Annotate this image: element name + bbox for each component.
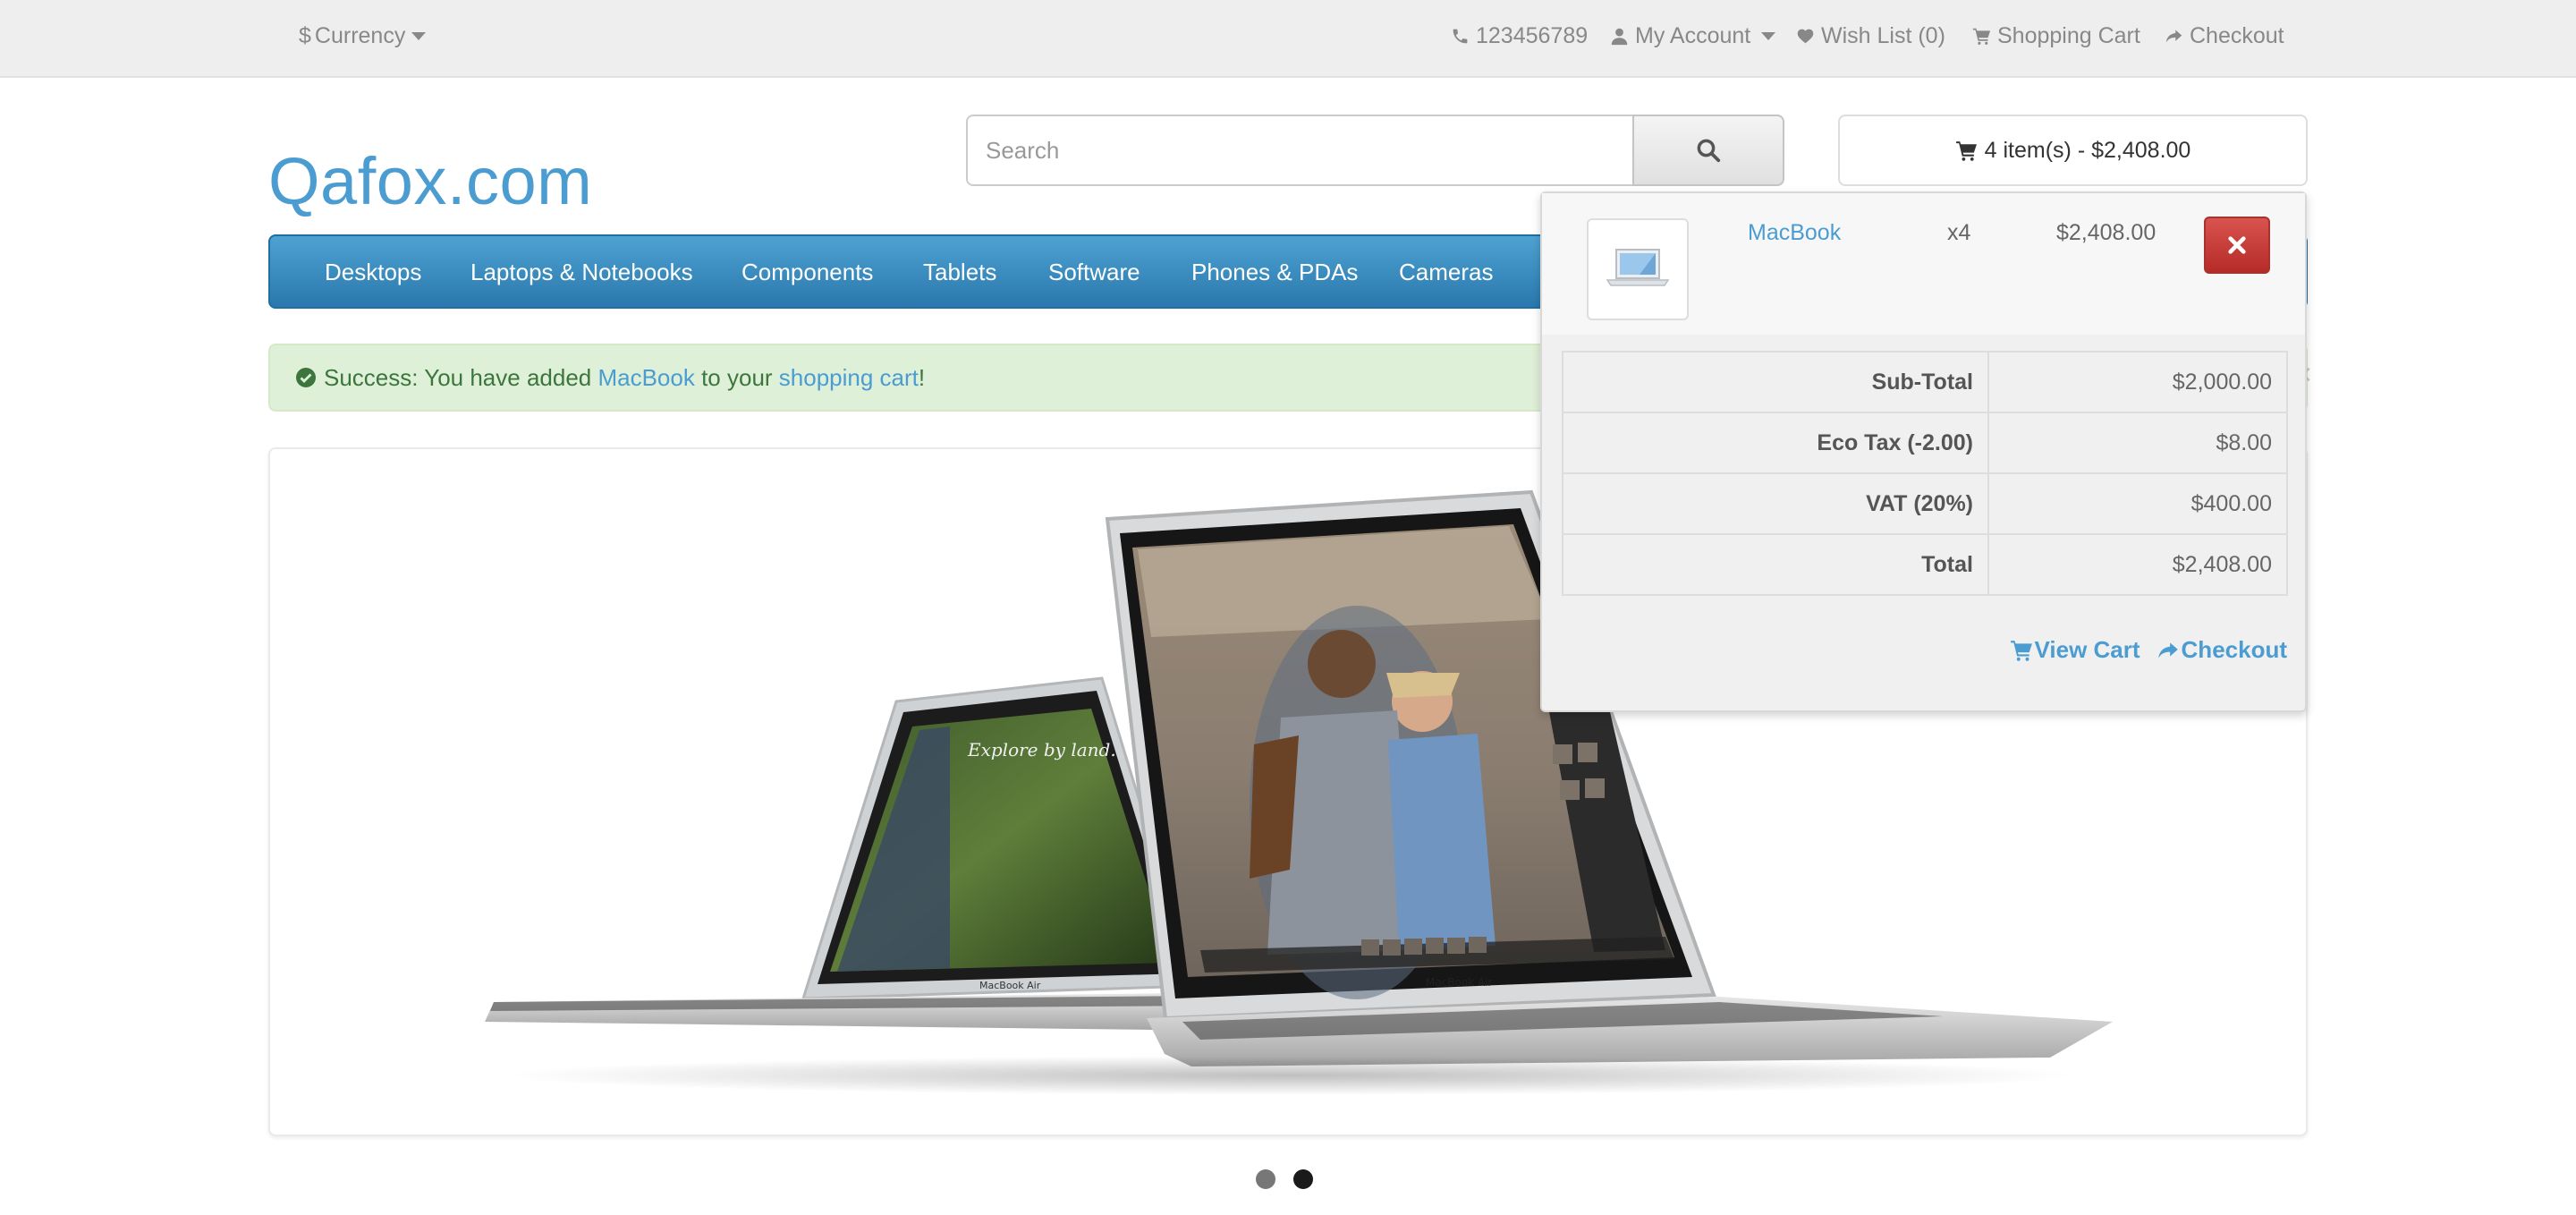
phone-icon xyxy=(1453,29,1468,43)
view-cart-label: View Cart xyxy=(2034,636,2140,663)
caret-down-icon xyxy=(1761,31,1776,40)
search-input[interactable] xyxy=(966,115,1634,186)
wishlist-link[interactable]: Wish List (0) xyxy=(1796,0,1945,72)
my-account-dropdown[interactable]: My Account xyxy=(1610,0,1776,72)
checkout-label: Checkout xyxy=(2190,22,2284,48)
dropdown-checkout-link[interactable]: Checkout xyxy=(2157,636,2287,664)
currency-dropdown[interactable]: $ Currency xyxy=(299,0,427,72)
nav-cameras[interactable]: Cameras xyxy=(1399,236,1493,308)
vat-value: $400.00 xyxy=(1987,472,2288,535)
slide-dot-1[interactable] xyxy=(1256,1169,1275,1189)
macbook-thumbnail-image xyxy=(1606,249,1670,286)
cart-total-label: 4 item(s) - $2,408.00 xyxy=(1984,137,2191,163)
share-icon xyxy=(2157,641,2178,658)
subtotal-value: $2,000.00 xyxy=(1987,351,2288,413)
check-circle-icon xyxy=(296,368,316,387)
cart-totals-table: Sub-Total $2,000.00 Eco Tax (-2.00) $8.0… xyxy=(1562,351,2288,596)
my-account-label: My Account xyxy=(1635,22,1751,48)
nav-tablets[interactable]: Tablets xyxy=(923,236,996,308)
alert-middle: to your xyxy=(694,363,779,391)
totals-row: Sub-Total $2,000.00 xyxy=(1562,351,2288,413)
cart-item-quantity: x4 xyxy=(1947,220,1971,245)
nav-components[interactable]: Components xyxy=(741,236,873,308)
small-laptop-brand: MacBook Air xyxy=(979,980,1041,991)
alert-product-link[interactable]: MacBook xyxy=(597,364,694,392)
dropdown-checkout-label: Checkout xyxy=(2181,636,2287,663)
nav-phones-pdas[interactable]: Phones & PDAs xyxy=(1191,236,1358,308)
nav-desktops[interactable]: Desktops xyxy=(325,236,421,308)
large-laptop-brand: MacBook Air xyxy=(1426,976,1493,989)
eco-tax-label: Eco Tax (-2.00) xyxy=(1562,412,1989,474)
cart-icon xyxy=(2010,640,2032,661)
slide-dot-2[interactable] xyxy=(1293,1169,1313,1189)
phone-link[interactable]: 123456789 xyxy=(1451,0,1588,72)
cart-total-button[interactable]: 4 item(s) - $2,408.00 xyxy=(1838,115,2308,186)
search-icon xyxy=(1697,139,1721,163)
nav-software[interactable]: Software xyxy=(1048,236,1140,308)
alert-cart-link[interactable]: shopping cart xyxy=(779,364,919,392)
cart-item-price: $2,408.00 xyxy=(2056,220,2157,245)
share-icon xyxy=(2165,30,2182,42)
cart-dropdown-actions: View Cart Checkout xyxy=(2010,636,2287,664)
view-cart-link[interactable]: View Cart xyxy=(2010,636,2140,664)
site-logo[interactable]: Qafox.com xyxy=(268,143,592,219)
totals-row: Total $2,408.00 xyxy=(1562,533,2288,596)
alert-suffix: ! xyxy=(918,363,926,391)
cart-item-name-link[interactable]: MacBook xyxy=(1748,220,1841,246)
dollar-icon: $ xyxy=(299,22,311,48)
eco-tax-value: $8.00 xyxy=(1987,412,2288,474)
remove-item-button[interactable] xyxy=(2204,217,2270,274)
alert-prefix: Success: You have added xyxy=(324,363,598,391)
close-icon xyxy=(2228,236,2246,254)
heart-icon xyxy=(1797,29,1814,43)
total-label: Total xyxy=(1562,533,1989,596)
wishlist-label: Wish List (0) xyxy=(1821,22,1945,48)
checkout-link[interactable]: Checkout xyxy=(2165,0,2284,72)
totals-row: Eco Tax (-2.00) $8.00 xyxy=(1562,412,2288,474)
shopping-cart-link[interactable]: Shopping Cart xyxy=(1972,0,2140,72)
vat-label: VAT (20%) xyxy=(1562,472,1989,535)
small-laptop: Explore by land. MacBook Air xyxy=(485,676,1227,1031)
caret-down-icon xyxy=(411,31,427,40)
currency-label: Currency xyxy=(314,22,406,48)
screen-caption: Explore by land. xyxy=(967,739,1116,760)
top-bar: $ Currency 123456789 My Account Wish Lis… xyxy=(0,0,2576,78)
cart-dropdown: MacBook x4 $2,408.00 Sub-Total $2,000.00… xyxy=(1540,191,2307,712)
nav-laptops-notebooks[interactable]: Laptops & Notebooks xyxy=(470,236,693,308)
shopping-cart-label: Shopping Cart xyxy=(1997,22,2140,48)
totals-row: VAT (20%) $400.00 xyxy=(1562,472,2288,535)
cart-item-row: MacBook x4 $2,408.00 xyxy=(1542,193,2305,335)
cart-icon xyxy=(1955,140,1977,161)
subtotal-label: Sub-Total xyxy=(1562,351,1989,413)
product-thumbnail[interactable] xyxy=(1587,218,1689,320)
slideshow-pagination xyxy=(1256,1169,1313,1189)
user-icon xyxy=(1611,28,1628,45)
search-button[interactable] xyxy=(1632,115,1784,186)
cart-icon xyxy=(1972,28,1991,45)
total-value: $2,408.00 xyxy=(1987,533,2288,596)
phone-number: 123456789 xyxy=(1476,22,1589,48)
